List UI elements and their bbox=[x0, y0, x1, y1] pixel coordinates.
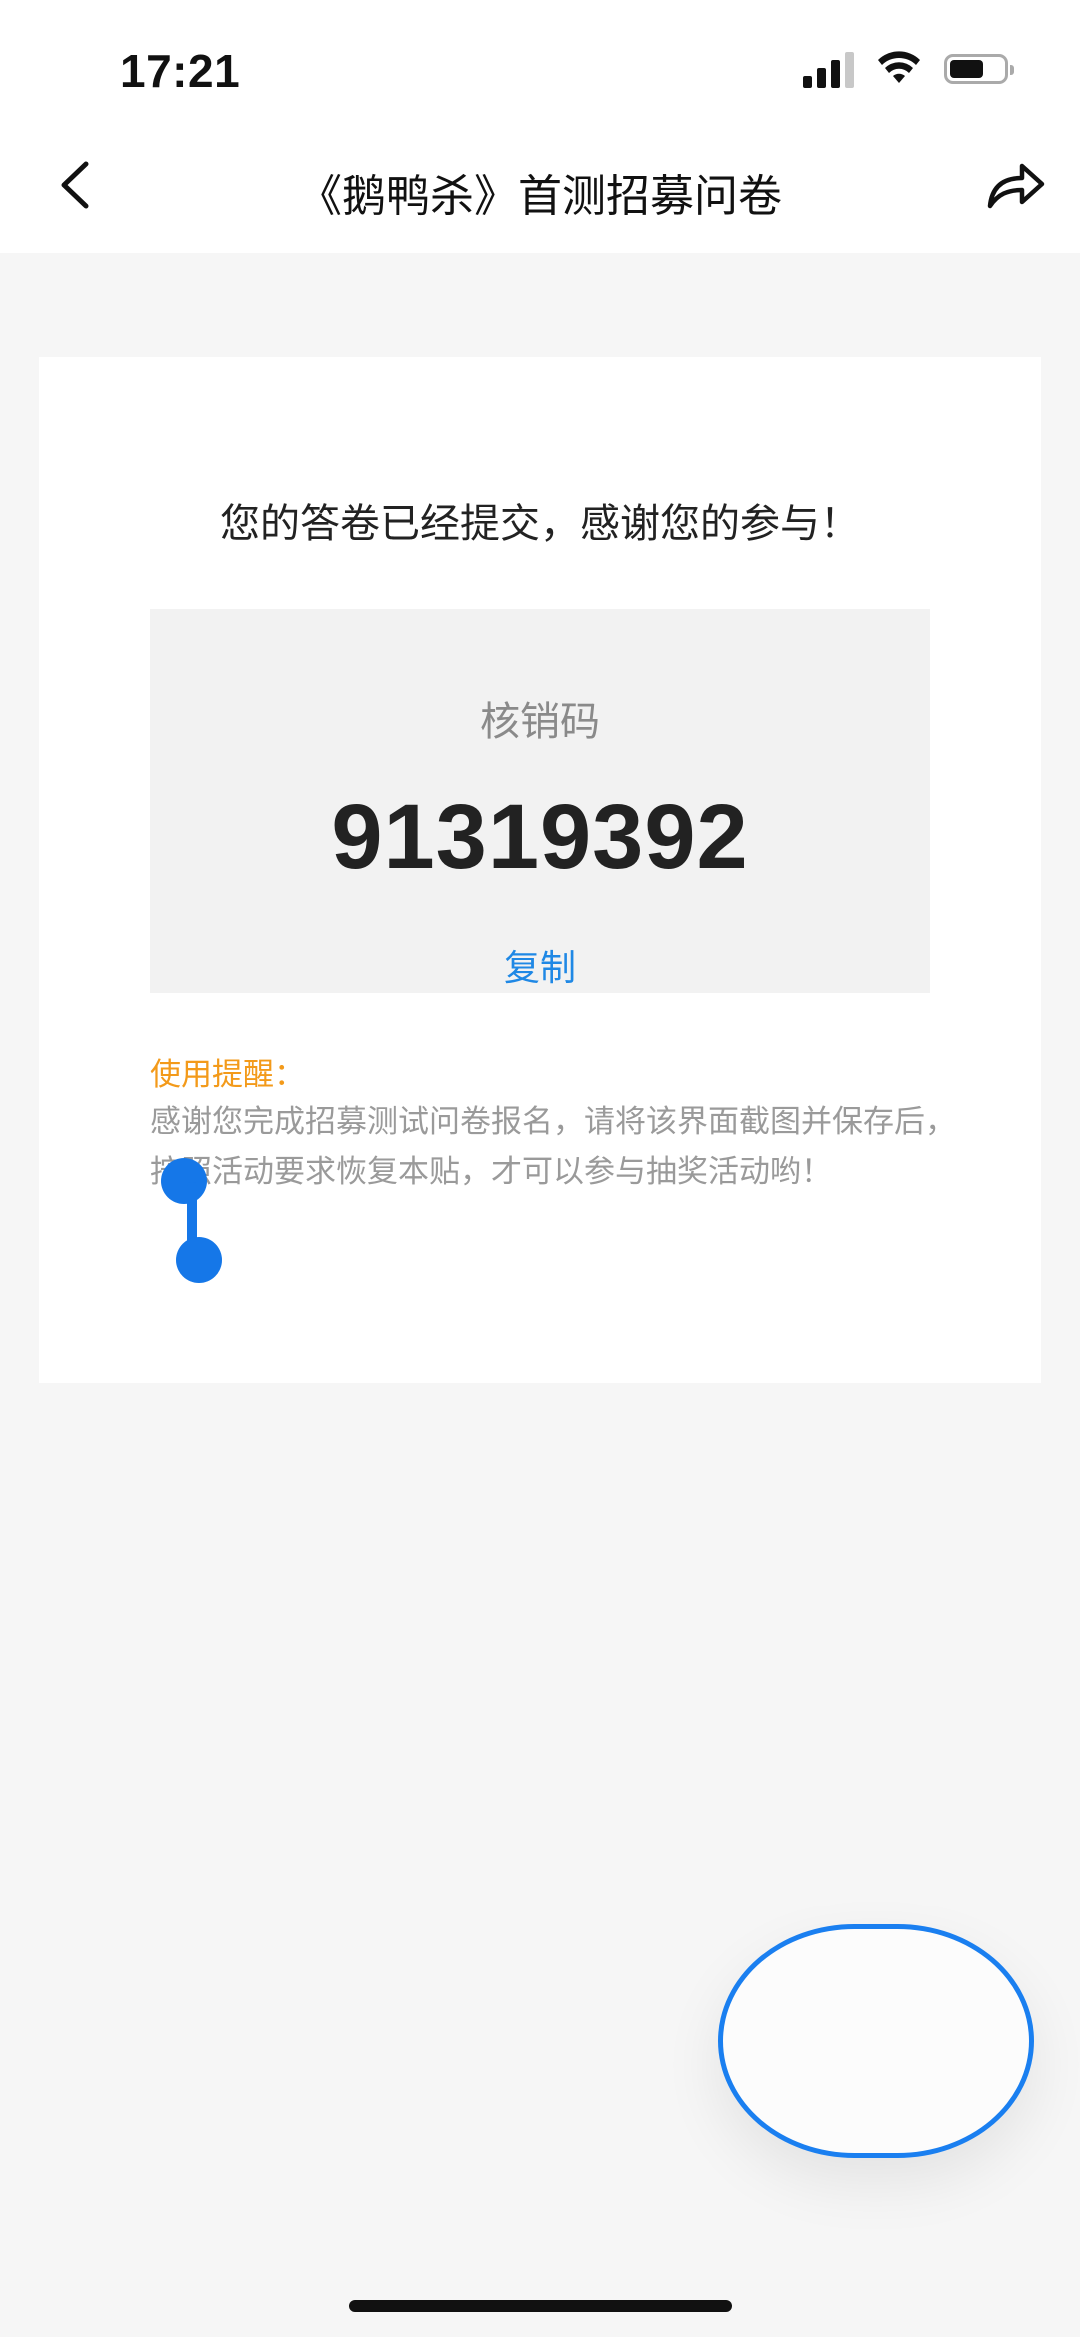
status-time: 17:21 bbox=[120, 45, 241, 97]
wifi-icon bbox=[878, 51, 920, 83]
page-title: 《鹅鸭杀》首测招募问卷 bbox=[298, 171, 782, 222]
share-arrow-icon[interactable] bbox=[980, 150, 1050, 220]
verification-code-value: 91319392 bbox=[331, 786, 749, 888]
selection-handle-start[interactable] bbox=[161, 1158, 207, 1204]
submit-success-message: 您的答卷已经提交，感谢您的参与！ bbox=[220, 501, 860, 547]
top-bar: 17:21 《鹅鸭杀》首测招募问卷 bbox=[0, 0, 1080, 253]
signal-icon bbox=[803, 50, 854, 88]
copy-button[interactable]: 复制 bbox=[450, 939, 630, 991]
floating-assistive-button[interactable] bbox=[718, 1924, 1034, 2158]
tip-text: 感谢您完成招募测试问卷报名，请将该界面截图并保存后，按照活动要求恢复本贴，才可以… bbox=[150, 1104, 956, 1190]
battery-icon bbox=[944, 54, 1014, 84]
verification-code-label: 核销码 bbox=[480, 699, 600, 745]
tip-title: 使用提醒： bbox=[150, 1057, 305, 1093]
verification-code-box: 核销码 91319392 复制 bbox=[150, 609, 930, 993]
home-indicator[interactable] bbox=[349, 2300, 732, 2312]
selection-handle-end[interactable] bbox=[176, 1237, 222, 1283]
status-icons bbox=[803, 50, 1014, 88]
